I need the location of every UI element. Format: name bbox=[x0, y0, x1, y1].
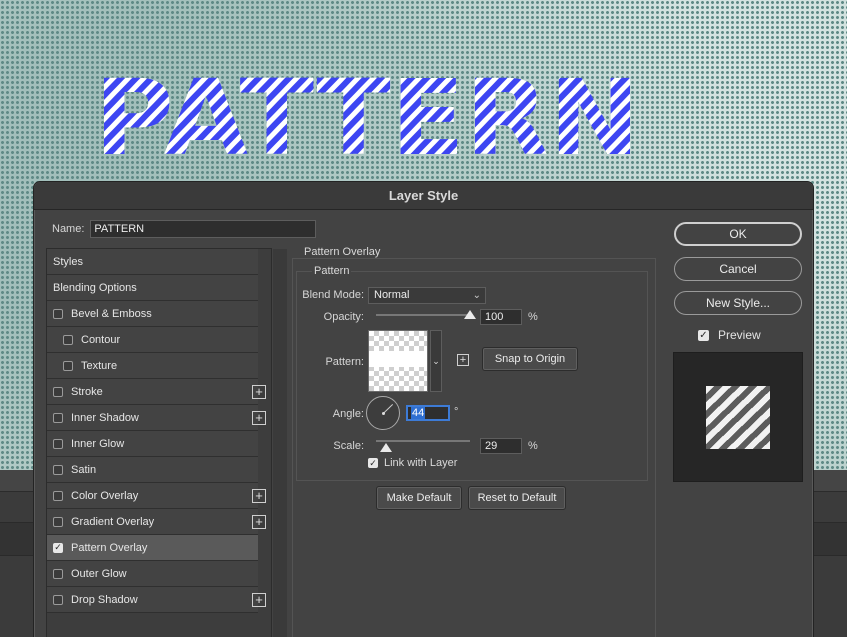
plus-square-icon[interactable]: + bbox=[252, 593, 266, 607]
link-with-layer-row[interactable]: ✓ Link with Layer bbox=[368, 457, 457, 469]
style-item-label: Color Overlay bbox=[71, 489, 139, 502]
plus-square-icon[interactable]: + bbox=[252, 385, 266, 399]
opacity-label: Opacity: bbox=[323, 311, 364, 323]
pattern-swatch-band bbox=[369, 351, 427, 367]
style-item-bevel-emboss[interactable]: Bevel & Emboss bbox=[47, 301, 258, 327]
style-item-drop-shadow[interactable]: Drop Shadow + bbox=[47, 587, 266, 613]
make-default-button[interactable]: Make Default bbox=[376, 486, 462, 510]
new-style-button[interactable]: New Style... bbox=[674, 291, 802, 315]
angle-unit: ° bbox=[454, 406, 459, 418]
canvas-pattern-text: PATTERN bbox=[94, 57, 640, 179]
style-checkbox[interactable] bbox=[53, 464, 63, 475]
style-item-blending-options[interactable]: Blending Options bbox=[47, 275, 258, 301]
blend-mode-value: Normal bbox=[374, 289, 410, 301]
style-checkbox[interactable] bbox=[63, 360, 73, 371]
pattern-group-title: Pattern bbox=[312, 265, 352, 277]
chevron-down-icon: ⌄ bbox=[432, 356, 440, 366]
style-checkbox[interactable] bbox=[53, 412, 63, 423]
link-checkbox[interactable]: ✓ bbox=[368, 458, 378, 468]
style-item-satin[interactable]: Satin bbox=[47, 457, 258, 483]
snap-to-origin-button[interactable]: Snap to Origin bbox=[482, 347, 578, 371]
preview-row[interactable]: ✓ Preview bbox=[698, 328, 761, 342]
style-item-label: Gradient Overlay bbox=[71, 515, 155, 528]
pattern-picker-dropdown[interactable]: ⌄ bbox=[430, 330, 442, 392]
plus-square-icon[interactable]: + bbox=[252, 489, 266, 503]
name-row: Name: bbox=[52, 220, 317, 238]
style-item-outer-glow[interactable]: Outer Glow bbox=[47, 561, 258, 587]
opacity-unit: % bbox=[528, 311, 538, 323]
style-checkbox[interactable] bbox=[53, 516, 63, 527]
style-item-gradient-overlay[interactable]: Gradient Overlay + bbox=[47, 509, 266, 535]
cancel-button[interactable]: Cancel bbox=[674, 257, 802, 281]
blend-mode-select[interactable]: Normal ⌄ bbox=[368, 287, 486, 304]
layer-style-dialog: Layer Style Name: Styles Blending Options… bbox=[33, 181, 814, 637]
style-checkbox[interactable] bbox=[53, 594, 63, 605]
style-item-label: Styles bbox=[53, 255, 83, 268]
reset-to-default-button[interactable]: Reset to Default bbox=[468, 486, 566, 510]
style-item-inner-shadow[interactable]: Inner Shadow + bbox=[47, 405, 266, 431]
style-item-label: Blending Options bbox=[53, 281, 137, 294]
style-item-label: Outer Glow bbox=[71, 567, 127, 580]
pattern-overlay-panel: Pattern Overlay Pattern Blend Mode: Norm… bbox=[292, 240, 656, 637]
scale-label: Scale: bbox=[333, 440, 364, 452]
style-checkbox[interactable] bbox=[53, 568, 63, 579]
style-item-contour[interactable]: Contour bbox=[47, 327, 258, 353]
angle-label: Angle: bbox=[332, 408, 364, 420]
style-item-label: Bevel & Emboss bbox=[71, 307, 152, 320]
new-preset-icon[interactable]: + bbox=[457, 354, 469, 366]
style-item-label: Drop Shadow bbox=[71, 593, 138, 606]
section-title: Pattern Overlay bbox=[302, 246, 383, 258]
style-item-label: Texture bbox=[81, 359, 118, 372]
opacity-slider-track[interactable] bbox=[376, 314, 470, 316]
style-checkbox[interactable] bbox=[53, 308, 63, 319]
opacity-input[interactable]: 100 bbox=[480, 309, 522, 325]
name-label: Name: bbox=[52, 223, 85, 235]
styles-scrollbar[interactable] bbox=[273, 249, 287, 637]
style-item-texture[interactable]: Texture bbox=[47, 353, 258, 379]
style-checkbox[interactable] bbox=[53, 490, 63, 501]
blend-mode-label: Blend Mode: bbox=[302, 289, 364, 301]
preview-label: Preview bbox=[718, 328, 761, 342]
style-checkbox[interactable] bbox=[63, 334, 73, 345]
angle-dial-center bbox=[382, 412, 385, 415]
preview-thumbnail bbox=[706, 386, 770, 449]
link-label: Link with Layer bbox=[384, 457, 458, 469]
name-input[interactable] bbox=[90, 220, 317, 238]
scale-slider-track[interactable] bbox=[376, 440, 470, 442]
style-item-color-overlay[interactable]: Color Overlay + bbox=[47, 483, 266, 509]
plus-square-icon[interactable]: + bbox=[252, 515, 266, 529]
angle-dial[interactable] bbox=[366, 396, 400, 430]
style-item-label: Contour bbox=[81, 333, 121, 346]
preview-checkbox[interactable]: ✓ bbox=[698, 329, 709, 341]
style-item-label: Satin bbox=[71, 463, 97, 476]
angle-input[interactable]: 44 bbox=[406, 405, 450, 421]
scale-slider-thumb[interactable] bbox=[380, 443, 392, 452]
scale-input[interactable]: 29 bbox=[480, 438, 522, 454]
style-checkbox[interactable] bbox=[53, 386, 63, 397]
styles-list: Styles Blending Options Bevel & Emboss Cont… bbox=[46, 248, 287, 637]
canvas-text: PATTERN bbox=[94, 57, 640, 179]
pattern-swatch[interactable] bbox=[368, 330, 428, 392]
style-item-label: Pattern Overlay bbox=[71, 541, 148, 554]
style-item-stroke[interactable]: Stroke + bbox=[47, 379, 266, 405]
style-item-label: Inner Glow bbox=[71, 437, 125, 450]
chevron-down-icon: ⌄ bbox=[472, 290, 481, 301]
style-preview bbox=[673, 352, 803, 482]
angle-value: 44 bbox=[411, 407, 426, 419]
opacity-slider-thumb[interactable] bbox=[464, 310, 476, 319]
plus-square-icon[interactable]: + bbox=[252, 411, 266, 425]
style-item-inner-glow[interactable]: Inner Glow bbox=[47, 431, 258, 457]
style-checkbox[interactable] bbox=[53, 438, 63, 449]
style-checkbox[interactable]: ✓ bbox=[53, 542, 63, 553]
style-item-pattern-overlay[interactable]: ✓ Pattern Overlay bbox=[47, 535, 258, 561]
style-item-label: Inner Shadow bbox=[71, 411, 139, 424]
scale-unit: % bbox=[528, 440, 538, 452]
ok-button[interactable]: OK bbox=[674, 222, 802, 246]
style-item-label: Stroke bbox=[71, 385, 103, 398]
dialog-title: Layer Style bbox=[34, 182, 813, 210]
style-item-styles[interactable]: Styles bbox=[47, 249, 258, 275]
pattern-label: Pattern: bbox=[325, 356, 364, 368]
